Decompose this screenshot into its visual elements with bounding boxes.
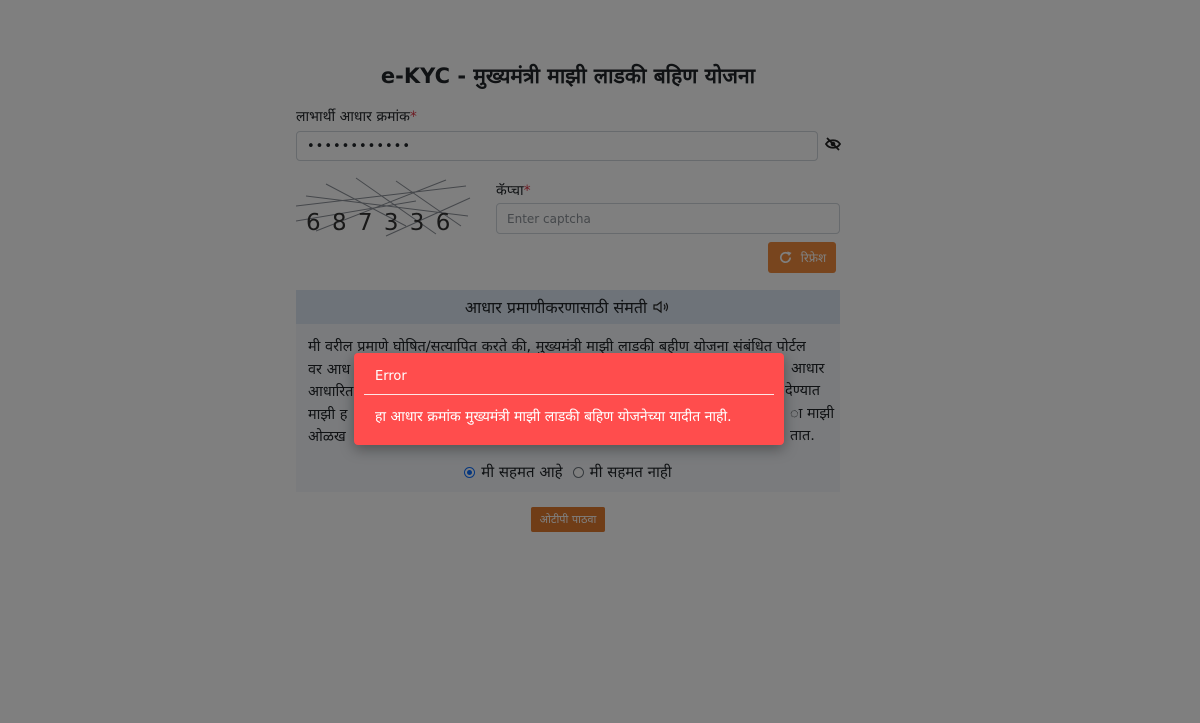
error-title: Error	[375, 369, 407, 384]
error-message: हा आधार क्रमांक मुख्यमंत्री माझी लाडकी ब…	[375, 409, 732, 425]
error-dialog: Error हा आधार क्रमांक मुख्यमंत्री माझी ल…	[354, 353, 784, 445]
dialog-divider	[364, 394, 774, 395]
